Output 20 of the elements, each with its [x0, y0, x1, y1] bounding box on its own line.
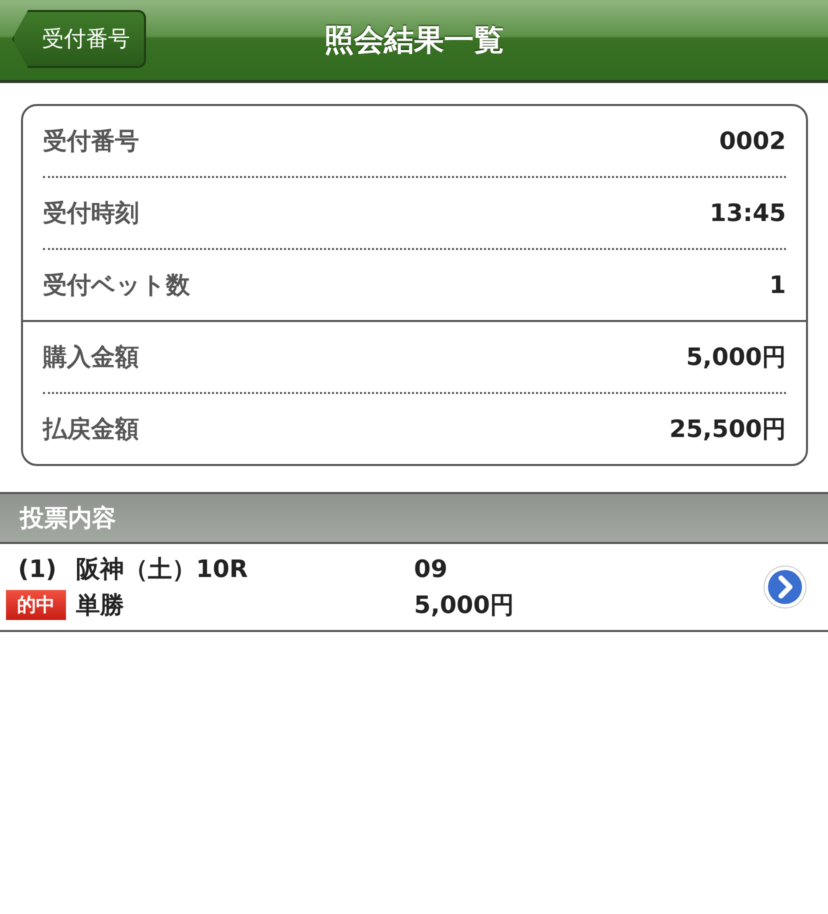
horse-number: 09 — [414, 555, 448, 583]
field-label: 受付番号 — [43, 126, 139, 157]
bet-number: (1) — [17, 555, 58, 583]
race-name: 阪神（土）10R — [76, 554, 249, 585]
field-label: 払戻金額 — [43, 414, 139, 445]
field-value: 13:45 — [710, 199, 786, 227]
section-header: 投票内容 — [0, 492, 828, 544]
field-value: 0002 — [719, 127, 786, 155]
field-value: 25,500円 — [669, 414, 786, 445]
back-button[interactable]: 受付番号 — [12, 10, 146, 68]
chevron-right-icon[interactable] — [762, 564, 808, 610]
field-label: 受付ベット数 — [43, 270, 190, 301]
hit-badge: 的中 — [6, 590, 66, 620]
field-label: 購入金額 — [43, 342, 139, 373]
field-label: 受付時刻 — [43, 198, 139, 229]
bet-amount: 5,000円 — [414, 590, 515, 621]
screen-title: 照会結果一覧 — [324, 22, 504, 60]
field-value: 5,000円 — [686, 342, 786, 373]
bet-type: 単勝 — [76, 590, 125, 621]
field-value: 1 — [769, 271, 786, 299]
